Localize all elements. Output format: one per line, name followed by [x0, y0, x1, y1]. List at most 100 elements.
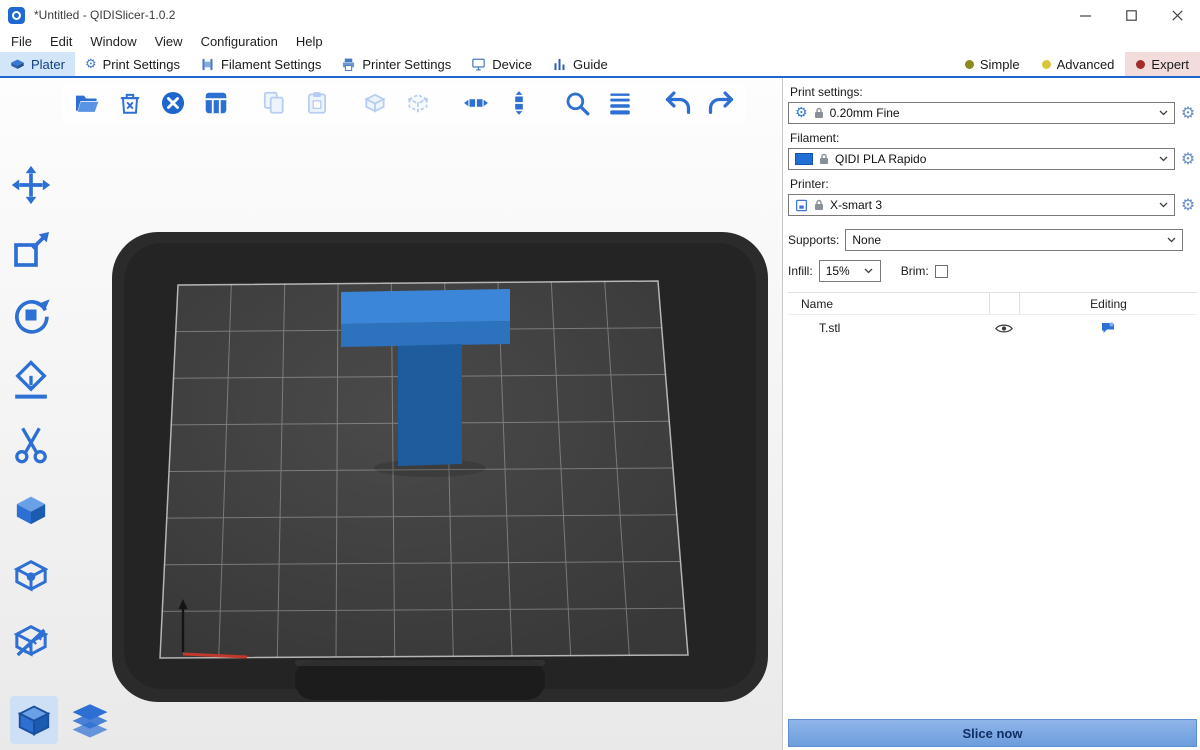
lock-icon [814, 107, 824, 119]
plater-icon [10, 57, 25, 72]
measure-icon [11, 620, 51, 660]
split-objects-button[interactable] [460, 87, 492, 119]
paste-button[interactable] [301, 87, 333, 119]
open-folder-icon [74, 90, 100, 116]
place-on-face-button[interactable] [8, 357, 54, 403]
arrange-icon [203, 90, 229, 116]
printer-gear-button[interactable]: ⚙ [1179, 197, 1197, 213]
mode-simple[interactable]: Simple [954, 52, 1031, 76]
preview-view-button[interactable] [66, 696, 114, 744]
move-button[interactable] [8, 162, 54, 208]
delete-all-button[interactable] [157, 87, 189, 119]
open-button[interactable] [71, 87, 103, 119]
scale-button[interactable] [8, 227, 54, 273]
tab-printer-settings[interactable]: Printer Settings [331, 52, 461, 76]
printer-combo[interactable]: X-smart 3 [788, 194, 1175, 216]
editing-toggle[interactable] [1019, 322, 1197, 335]
menu-window[interactable]: Window [81, 32, 145, 51]
preview-layers-icon [69, 699, 111, 741]
menu-configuration[interactable]: Configuration [192, 32, 287, 51]
editing-icon [1101, 322, 1115, 335]
tab-filament-settings[interactable]: Filament Settings [190, 52, 331, 76]
visibility-toggle[interactable] [989, 323, 1019, 334]
trash-icon [117, 90, 143, 116]
object-name: T.stl [788, 321, 989, 335]
add-instance-button[interactable] [359, 87, 391, 119]
expert-mode-dot-icon [1136, 60, 1145, 69]
print-settings-value: 0.20mm Fine [830, 106, 1150, 120]
filament-gear-button[interactable]: ⚙ [1179, 151, 1197, 167]
settings-sidebar: Print settings: ⚙ 0.20mm Fine ⚙ Filament… [783, 78, 1200, 750]
remove-instance-button[interactable] [402, 87, 434, 119]
tabbar: Plater ⚙ Print Settings Filament Setting… [0, 52, 1200, 78]
cut-button[interactable] [8, 422, 54, 468]
printer-label: Printer: [790, 177, 1197, 191]
filament-icon [200, 57, 215, 72]
tab-print-settings[interactable]: ⚙ Print Settings [75, 52, 190, 76]
slice-now-button[interactable]: Slice now [788, 719, 1197, 747]
menu-edit[interactable]: Edit [41, 32, 81, 51]
redo-icon [707, 89, 735, 117]
tab-guide[interactable]: Guide [542, 52, 618, 76]
tab-device[interactable]: Device [461, 52, 542, 76]
split-objects-icon [463, 90, 489, 116]
copy-icon [261, 90, 287, 116]
search-button[interactable] [561, 87, 593, 119]
menu-view[interactable]: View [146, 32, 192, 51]
chevron-down-icon [1156, 156, 1170, 162]
paste-icon [304, 90, 330, 116]
menubar: File Edit Window View Configuration Help [0, 30, 1200, 52]
cut-scissors-icon [11, 425, 51, 465]
tab-plater[interactable]: Plater [0, 52, 75, 76]
window-controls [1062, 0, 1200, 30]
infill-value: 15% [826, 264, 856, 278]
menu-help[interactable]: Help [287, 32, 332, 51]
name-column-header: Name [788, 297, 989, 311]
infill-combo[interactable]: 15% [819, 260, 881, 282]
maximize-button[interactable] [1108, 0, 1154, 30]
supports-value: None [852, 233, 1158, 247]
delete-button[interactable] [114, 87, 146, 119]
brim-checkbox[interactable] [935, 265, 948, 278]
brim-label: Brim: [901, 264, 929, 278]
filament-combo[interactable]: QIDI PLA Rapido [788, 148, 1175, 170]
object-row[interactable]: T.stl [788, 315, 1197, 341]
remove-instance-icon [405, 90, 431, 116]
paint-supports-button[interactable] [8, 487, 54, 533]
rotate-button[interactable] [8, 292, 54, 338]
split-parts-icon [506, 90, 532, 116]
object-list: Name Editing T.stl [788, 292, 1197, 719]
seam-button[interactable] [8, 552, 54, 598]
undo-button[interactable] [662, 87, 694, 119]
close-button[interactable] [1154, 0, 1200, 30]
3d-editor-view-button[interactable] [10, 696, 58, 744]
build-plate-scene [0, 78, 783, 750]
minimize-button[interactable] [1062, 0, 1108, 30]
redo-button[interactable] [705, 87, 737, 119]
filament-label: Filament: [790, 131, 1197, 145]
left-toolbar [8, 162, 54, 663]
mode-advanced[interactable]: Advanced [1031, 52, 1126, 76]
split-parts-button[interactable] [503, 87, 535, 119]
print-settings-combo[interactable]: ⚙ 0.20mm Fine [788, 102, 1175, 124]
measure-button[interactable] [8, 617, 54, 663]
scale-icon [11, 230, 51, 270]
layer-height-icon [607, 90, 633, 116]
viewport-3d[interactable] [0, 78, 783, 750]
variable-layer-height-button[interactable] [604, 87, 636, 119]
supports-combo[interactable]: None [845, 229, 1183, 251]
arrange-button[interactable] [200, 87, 232, 119]
3d-view-cube-icon [15, 701, 53, 739]
chevron-down-icon [1156, 110, 1170, 116]
top-toolbar [62, 83, 746, 123]
menu-file[interactable]: File [2, 32, 41, 51]
mode-expert[interactable]: Expert [1125, 52, 1200, 76]
chevron-down-icon [1164, 237, 1178, 243]
copy-button[interactable] [258, 87, 290, 119]
search-icon [564, 90, 590, 116]
move-icon [11, 165, 51, 205]
chevron-down-icon [1156, 202, 1170, 208]
profile-gear-icon: ⚙ [795, 106, 808, 120]
mode-switcher: Simple Advanced Expert [954, 52, 1200, 76]
print-settings-gear-button[interactable]: ⚙ [1179, 105, 1197, 121]
